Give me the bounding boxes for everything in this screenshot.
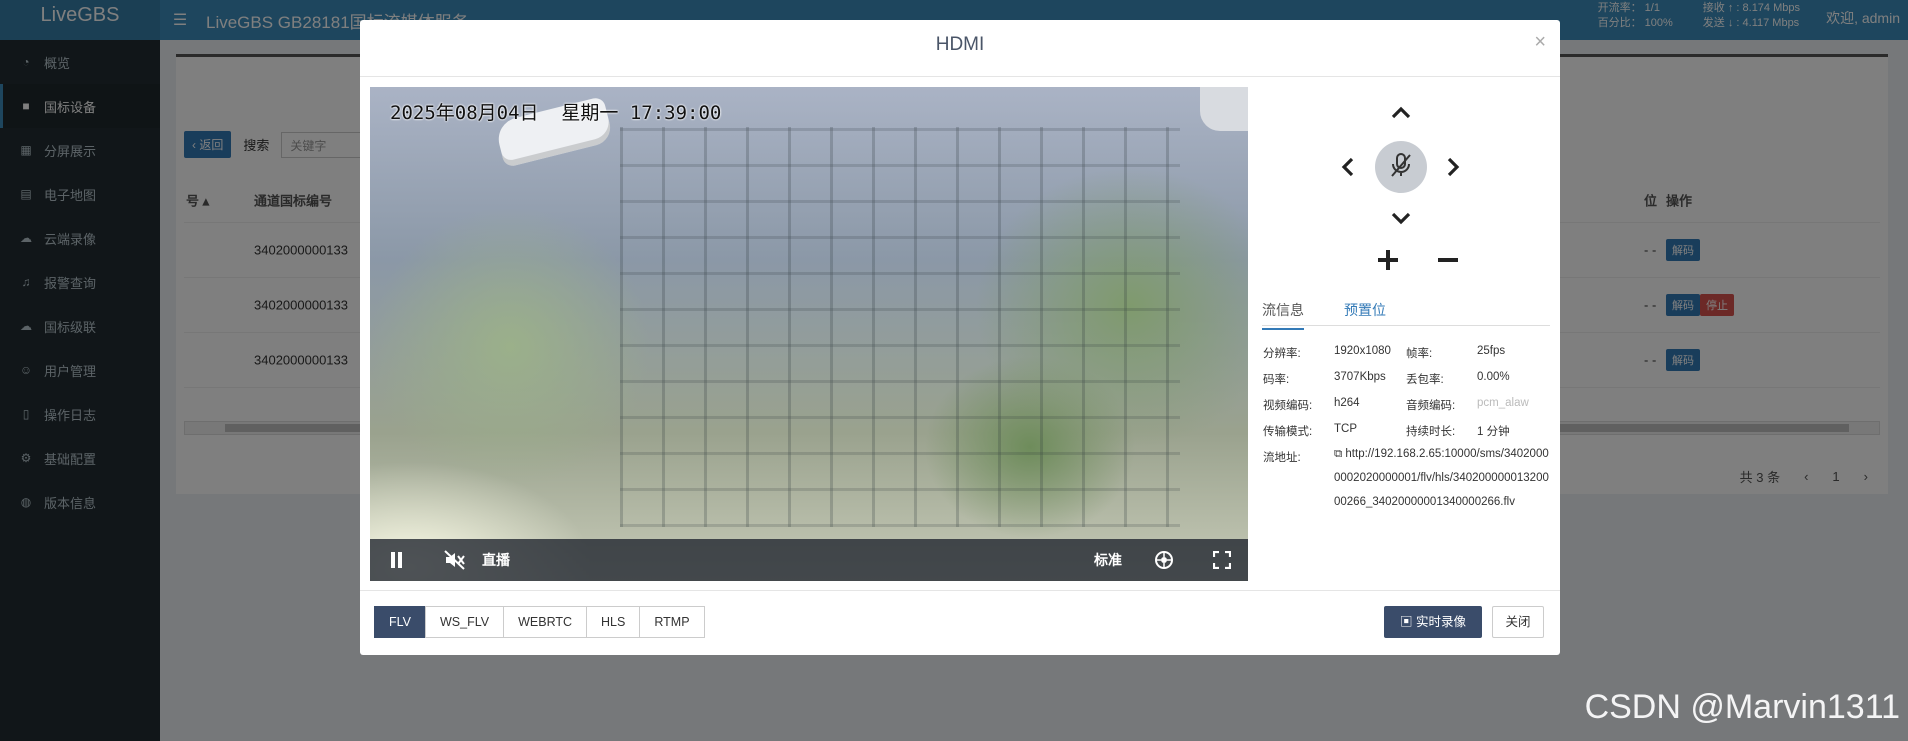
acodec-value: pcm_alaw [1477,397,1529,409]
close-icon[interactable]: × [1534,31,1546,54]
acodec-label: 音频编码: [1406,400,1456,412]
bitrate-label: 码率: [1263,374,1290,386]
mic-off-icon [1389,152,1413,183]
video-frame-car [1200,87,1248,131]
snapshot-icon[interactable] [1154,550,1174,570]
divider [360,76,1560,77]
fps-value: 25fps [1477,345,1506,357]
fps-label: 帧率: [1406,348,1433,360]
duration-label: 持续时长: [1406,426,1456,438]
chevron-left-icon[interactable] [1335,154,1361,180]
zoom-in-icon[interactable] [1376,248,1400,272]
protocol-hls-button[interactable]: HLS [586,606,641,638]
live-record-label: 实时录像 [1415,615,1466,629]
chevron-up-icon[interactable] [1388,100,1414,126]
save-icon: ▣ [1400,615,1416,629]
tab-stream-info[interactable]: 流信息 [1262,300,1304,330]
talk-button[interactable] [1375,141,1427,193]
zoom-out-icon[interactable] [1436,248,1460,272]
divider [360,590,1560,591]
live-label: 直播 [482,552,510,568]
protocol-ws-flv-button[interactable]: WS_FLV [425,606,505,638]
watermark: CSDN @Marvin1311 [1584,688,1900,726]
loss-label: 丢包率: [1406,374,1444,386]
duration-value: 1 分钟 [1477,426,1510,438]
info-tabs: 流信息 预置位 [1262,296,1550,330]
fullscreen-icon[interactable] [1213,551,1231,569]
video-player[interactable]: 2025年08月04日 星期一 17:39:00 直播 标准 [370,87,1248,581]
transport-value: TCP [1334,423,1357,435]
transport-label: 传输模式: [1263,426,1313,438]
modal-title: HDMI [935,34,985,55]
ptz-control [1260,90,1550,270]
vcodec-label: 视频编码: [1263,400,1313,412]
url-label: 流地址: [1263,452,1301,464]
video-frame-building [620,127,1180,527]
protocol-webrtc-button[interactable]: WEBRTC [503,606,588,638]
stream-url[interactable]: ⧉ http://192.168.2.65:10000/sms/34020000… [1334,442,1552,514]
chevron-right-icon[interactable] [1440,154,1466,180]
vcodec-value: h264 [1334,397,1360,409]
close-button[interactable]: 关闭 [1492,606,1544,638]
player-controls: 直播 标准 [370,539,1248,581]
resolution-label: 分辨率: [1263,348,1301,360]
protocol-rtmp-button[interactable]: RTMP [639,606,705,638]
quality-selector[interactable]: 标准 [1094,550,1122,570]
loss-value: 0.00% [1477,371,1510,383]
protocol-selector: FLV WS_FLV WEBRTC HLS RTMP [374,606,705,638]
protocol-flv-button[interactable]: FLV [374,606,426,638]
copy-icon[interactable]: ⧉ [1334,448,1345,460]
resolution-value: 1920x1080 [1334,345,1391,357]
video-osd-timestamp: 2025年08月04日 星期一 17:39:00 [390,102,722,124]
player-modal: HDMI × 2025年08月04日 星期一 17:39:00 直播 标准 流信… [360,20,1560,655]
bitrate-value: 3707Kbps [1334,371,1386,383]
mute-icon[interactable] [444,550,466,570]
chevron-down-icon[interactable] [1388,205,1414,231]
stream-url-text: http://192.168.2.65:10000/sms/3402000000… [1334,448,1549,508]
tab-presets[interactable]: 预置位 [1344,300,1386,328]
pause-icon[interactable] [390,552,404,568]
live-record-button[interactable]: ▣ 实时录像 [1384,606,1482,638]
